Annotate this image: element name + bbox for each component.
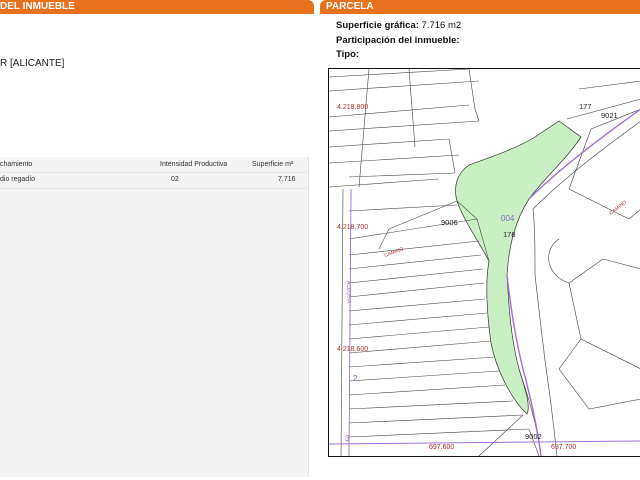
road-label-camino: CAMINO bbox=[609, 199, 629, 216]
table-divider bbox=[0, 172, 308, 173]
column-header-aprovechamiento: chamiento bbox=[0, 161, 33, 168]
property-header-bar: DEL INMUEBLE bbox=[0, 0, 314, 14]
surface-row: Superficie gráfica: 7.716 m2 bbox=[336, 20, 461, 31]
coord-label-n800: 4.218.800 bbox=[337, 104, 368, 111]
road-edge bbox=[532, 208, 536, 276]
parcel-panel: PARCELA Superficie gráfica: 7.716 m2 Par… bbox=[320, 0, 640, 480]
parcel-number-9002: 9002 bbox=[525, 432, 542, 441]
type-row: Tipo: bbox=[336, 49, 359, 60]
type-label: Tipo: bbox=[336, 49, 360, 60]
parcel-header-bar: PARCELA bbox=[320, 0, 640, 14]
highlighted-parcel bbox=[455, 120, 582, 415]
table-divider bbox=[0, 188, 308, 189]
coord-label-e700: 697.700 bbox=[551, 444, 576, 451]
participation-row: Participación del inmueble: bbox=[336, 35, 460, 46]
coord-label-n600: 4.218.600 bbox=[337, 346, 368, 353]
column-header-intensidad: Intensidad Productiva bbox=[160, 161, 228, 168]
road-label-camino: CAMINO bbox=[384, 246, 405, 259]
parcel-number-004: 004 bbox=[501, 214, 515, 223]
parcel-number-3: 3 bbox=[345, 434, 350, 443]
coord-label-e600: 697.600 bbox=[429, 444, 454, 451]
property-location: R [ALICANTE] bbox=[0, 58, 65, 69]
column-header-superficie: Superficie m² bbox=[252, 161, 294, 168]
participation-label: Participación del inmueble: bbox=[336, 35, 460, 46]
crops-table-panel bbox=[0, 157, 309, 477]
cadastral-map[interactable]: 4.218.800 4.218.700 4.218.600 697.600 69… bbox=[328, 68, 640, 457]
surface-label: Superficie gráfica: bbox=[336, 20, 419, 31]
surface-value: 7.716 m2 bbox=[421, 20, 462, 31]
property-panel: DEL INMUEBLE R [ALICANTE] chamiento Inte… bbox=[0, 0, 314, 480]
coord-label-n700: 4.218.700 bbox=[337, 224, 368, 231]
road-label-acequia: ACEQUIA bbox=[345, 281, 352, 304]
boundary-line bbox=[329, 440, 640, 445]
map-canvas: 4.218.800 4.218.700 4.218.600 697.600 69… bbox=[329, 69, 640, 456]
cell-intensidad: 02 bbox=[171, 176, 179, 183]
parcel-number-177: 177 bbox=[579, 102, 592, 111]
parcel-number-178: 178 bbox=[503, 230, 516, 239]
parcel-lines bbox=[329, 69, 542, 456]
cell-aprovechamiento: dio regadío bbox=[0, 176, 36, 183]
parcel-header-title: PARCELA bbox=[326, 1, 374, 12]
property-header-title: DEL INMUEBLE bbox=[0, 1, 75, 12]
cell-superficie: 7.716 bbox=[278, 176, 296, 183]
parcel-number-2: 2 bbox=[353, 374, 358, 383]
parcel-number-9021: 9021 bbox=[601, 111, 618, 120]
parcel-number-9006: 9006 bbox=[441, 218, 458, 227]
road-edge bbox=[534, 274, 558, 456]
